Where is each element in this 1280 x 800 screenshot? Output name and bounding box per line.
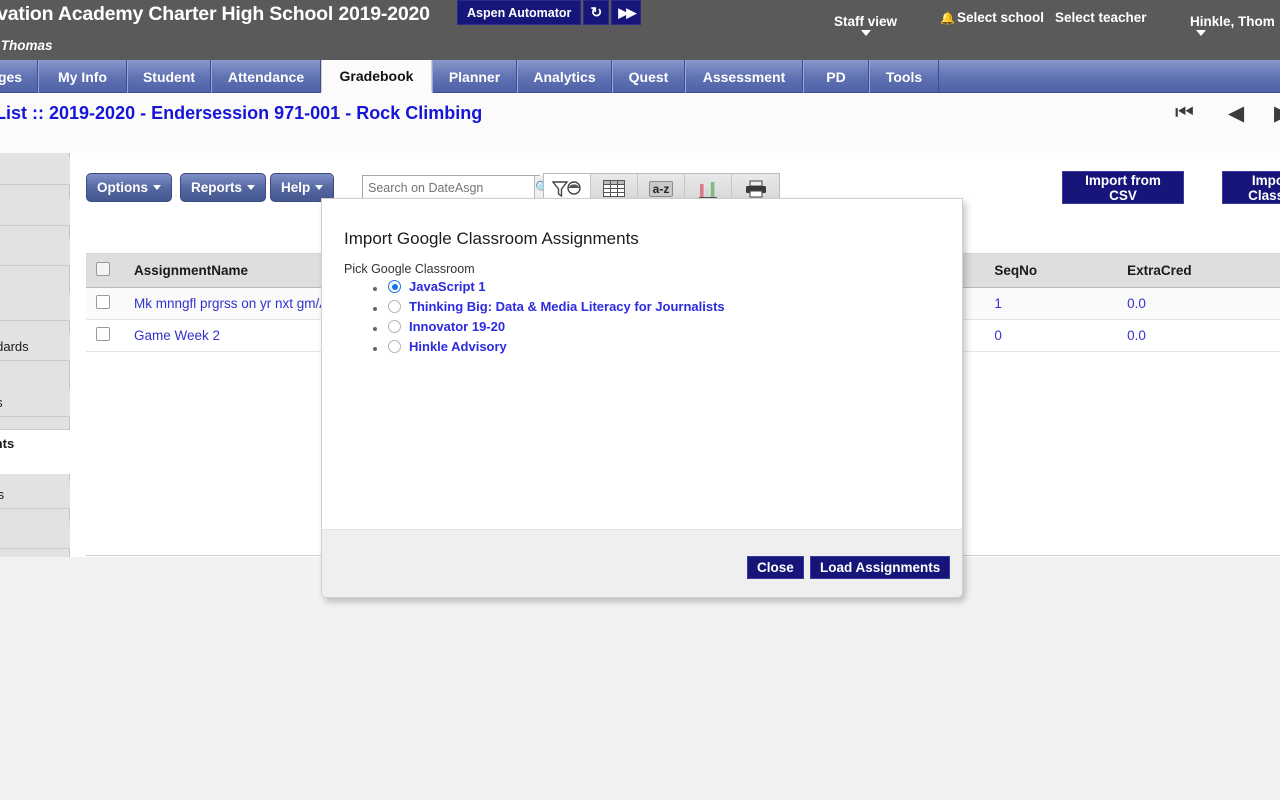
classroom-option-item: Hinkle Advisory [388,339,725,356]
search-box: 🔍 [362,175,552,200]
radio-label-2[interactable]: Innovator 19-20 [409,319,505,334]
cell-seqno: 0 [984,319,1118,352]
nav-tab-tools[interactable]: Tools [869,60,939,93]
nav-tab-quest[interactable]: Quest [612,60,685,93]
user-account-label: Hinkle, Thom [1190,14,1275,29]
sidebar-item-1[interactable]: er [0,198,70,226]
select-all-header-cell [86,253,124,288]
radio-label-0[interactable]: JavaScript 1 [409,279,486,294]
sidebar: ails er ing rt ups orting dards egories gnment… [0,153,70,557]
classroom-option-item: Innovator 19-20 [388,319,725,336]
options-label: Options [97,180,148,195]
sidebar-item-4[interactable]: orting dards [0,333,70,361]
radio-button-0[interactable] [388,280,401,293]
bell-icon: 🔔 [940,11,955,25]
sidebar-item-6[interactable]: gnments ails [0,429,70,474]
select-all-checkbox[interactable] [96,262,110,276]
breadcrumb-bar: ss List :: 2019-2020 - Endersession 971-… [0,93,1280,153]
sidebar-item-label: ications [0,487,5,502]
radio-button-2[interactable] [388,320,401,333]
nav-tab-planner[interactable]: Planner [432,60,517,93]
school-title: nnovation Academy Charter High School 20… [0,3,430,25]
chevron-down-icon [247,185,256,190]
next-page-icon[interactable]: ▶ [1274,101,1280,126]
column-header-seqno[interactable]: SeqNo [984,253,1118,288]
select-teacher-menu[interactable]: Select teacher [1055,10,1147,25]
chevron-down-icon [153,185,161,190]
classroom-option-item: JavaScript 1 [388,279,725,296]
sort-a-z-label: a-z [648,180,674,197]
sidebar-item-2[interactable]: ing rt [0,238,70,266]
refresh-icon[interactable]: ↻ [583,0,610,25]
chevron-down-icon [1196,30,1206,36]
radio-button-3[interactable] [388,340,401,353]
previous-page-icon[interactable]: ◀ [1228,101,1244,126]
select-school-menu[interactable]: 🔔 Select school [940,10,1044,26]
radio-label-3[interactable]: Hinkle Advisory [409,339,507,354]
sidebar-item-5[interactable]: egories [0,389,70,417]
select-teacher-label: Select teacher [1055,10,1147,25]
import-from-google-classroom-button[interactable]: Import f Classroo [1222,171,1280,204]
sidebar-item-label: egories [0,395,3,410]
row-checkbox[interactable] [96,295,110,309]
nav-tab-gradebook[interactable]: Gradebook [321,60,432,93]
classroom-radio-group: JavaScript 1 Thinking Big: Data & Media L… [362,279,725,359]
radio-label-1[interactable]: Thinking Big: Data & Media Literacy for … [409,299,725,314]
radio-button-1[interactable] [388,300,401,313]
import-google-classroom-dialog: Import Google Classroom Assignments Pick… [321,198,963,598]
nav-tab-student[interactable]: Student [127,60,211,93]
aspen-automator-button[interactable]: Aspen Automator [457,0,582,25]
row-select-cell [86,287,124,320]
nav-tab-pd[interactable]: PD [803,60,869,93]
dialog-footer: Close Load Assignments [322,529,962,597]
fast-forward-icon[interactable]: ▶▶ [611,0,642,25]
staff-view-menu[interactable]: Staff view [834,14,897,36]
column-header-extracred[interactable]: ExtraCred [1117,253,1280,288]
close-button[interactable]: Close [747,556,804,579]
reports-button[interactable]: Reports [180,173,267,202]
nav-tab-assessment[interactable]: Assessment [685,60,803,93]
sidebar-subitem-label[interactable]: ails [0,453,70,468]
reports-label: Reports [191,180,243,195]
chevron-down-icon [315,185,324,190]
classroom-option-item: Thinking Big: Data & Media Literacy for … [388,299,725,316]
import-from-csv-button[interactable]: Import from CSV [1062,171,1184,204]
first-page-icon[interactable]: ⏮ [1175,101,1194,125]
cell-extracred: 0.0 [1117,319,1280,352]
sidebar-item-7[interactable]: ications [0,481,70,509]
options-button[interactable]: Options [86,173,172,202]
breadcrumb: ss List :: 2019-2020 - Endersession 971-… [0,103,483,123]
sidebar-item-label: orting dards [0,339,29,354]
sidebar-item-3[interactable]: ups [0,293,70,321]
select-school-label: Select school [956,10,1044,25]
main-navigation: ges My Info Student Attendance Gradebook Plan… [0,60,1280,93]
cell-extracred: 0.0 [1117,287,1280,320]
cell-seqno: 1 [984,287,1118,320]
header-user-name: le, Thomas [0,38,53,53]
dialog-body: Import Google Classroom Assignments Pick… [322,199,962,529]
app-header: nnovation Academy Charter High School 20… [0,0,1280,60]
row-select-cell [86,319,124,352]
load-assignments-button[interactable]: Load Assignments [810,556,951,579]
dialog-sub-label: Pick Google Classroom [344,262,475,276]
staff-view-label: Staff view [834,14,898,29]
dialog-title: Import Google Classroom Assignments [344,229,639,248]
nav-tab-attendance[interactable]: Attendance [211,60,321,93]
row-checkbox[interactable] [96,327,110,341]
sidebar-item-8[interactable]: res [0,521,70,549]
nav-tab-ges[interactable]: ges [0,60,38,93]
chevron-down-icon [860,30,871,36]
search-input[interactable] [363,176,534,199]
automator-toolbar: Aspen Automator ↻ ▶▶ [457,0,642,25]
sidebar-item-label: gnments [0,436,15,451]
user-account-menu[interactable]: Hinkle, Thom [1190,14,1275,36]
sidebar-item-0[interactable]: ails [0,157,70,185]
nav-tab-analytics[interactable]: Analytics [517,60,612,93]
help-label: Help [281,180,311,195]
nav-tab-my-info[interactable]: My Info [38,60,127,93]
